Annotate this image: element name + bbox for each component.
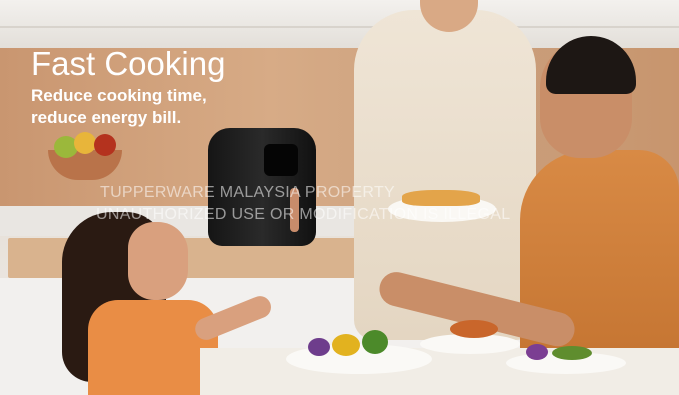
food (450, 320, 498, 338)
promo-text-block: Fast Cooking Reduce cooking time, reduce… (31, 44, 225, 128)
watermark-line-2: UNAUTHORIZED USE OR MODIFICATION IS ILLE… (96, 206, 511, 223)
air-fryer-control-panel (264, 144, 298, 176)
vegetable (552, 346, 592, 360)
girl-face (128, 222, 188, 300)
promo-subline-2: reduce energy bill. (31, 108, 182, 127)
watermark-line-1: TUPPERWARE MALAYSIA PROPERTY (100, 184, 395, 201)
promo-headline: Fast Cooking (31, 45, 226, 82)
hero-photo: Fast Cooking Reduce cooking time, reduce… (0, 0, 679, 395)
girl-shirt (88, 300, 218, 395)
pasta (402, 190, 480, 206)
vegetable (526, 344, 548, 360)
fruit (94, 134, 116, 156)
vegetable (308, 338, 330, 356)
fruit (74, 132, 96, 154)
vegetable (332, 334, 360, 356)
promo-subline-1: Reduce cooking time, (31, 86, 207, 105)
vegetable (362, 330, 388, 354)
